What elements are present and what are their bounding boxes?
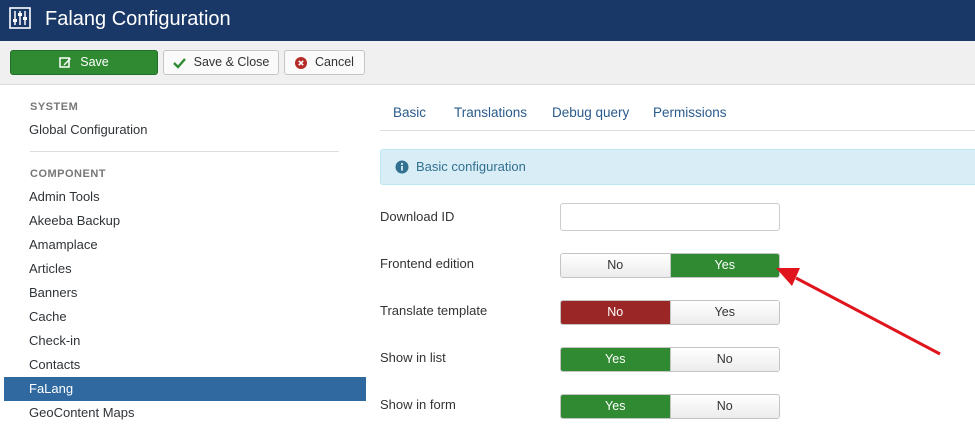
sidebar-heading-system: SYSTEM [30,101,79,113]
sidebar-item-banners[interactable]: Banners [4,281,366,305]
sidebar-item-falang[interactable]: FaLang [4,377,366,401]
info-alert: Basic configuration [380,149,975,185]
sidebar-item-check-in[interactable]: Check-in [4,329,366,353]
save-label: Save [80,55,109,69]
save-button[interactable]: Save [10,50,158,75]
download-id-label: Download ID [380,209,455,224]
cancel-button[interactable]: Cancel [284,50,365,75]
info-text: Basic configuration [416,159,526,174]
sliders-icon [9,7,31,29]
show-in-form-yes-option[interactable]: Yes [561,395,670,418]
edit-icon [59,57,72,68]
sidebar-item-geocontent-maps[interactable]: GeoContent Maps [4,401,366,425]
download-id-input[interactable] [560,203,780,231]
translate-template-yes-option[interactable]: Yes [669,301,779,324]
tab-basic[interactable]: Basic [393,105,426,120]
show-in-list-no-option[interactable]: No [669,348,779,371]
show-in-list-yes-option[interactable]: Yes [561,348,670,371]
sidebar-item-admin-tools[interactable]: Admin Tools [4,185,366,209]
translate-template-no-option[interactable]: No [561,301,670,324]
sidebar-item-akeeba-backup[interactable]: Akeeba Backup [4,209,366,233]
sidebar-item-amamplace[interactable]: Amamplace [4,233,366,257]
show-in-form-toggle: Yes No [560,394,780,419]
toolbar: Save Save & Close Cancel [0,41,975,85]
tab-permissions[interactable]: Permissions [653,105,727,120]
tab-translations[interactable]: Translations [454,105,527,120]
page-title: Falang Configuration [45,8,231,30]
frontend-edition-yes-option[interactable]: Yes [669,254,779,277]
show-in-list-toggle: Yes No [560,347,780,372]
translate-template-label: Translate template [380,303,488,318]
save-close-label: Save & Close [193,55,270,69]
sidebar-heading-component: COMPONENT [30,168,106,180]
sidebar-item-articles[interactable]: Articles [4,257,366,281]
info-circle-icon [395,160,409,174]
show-in-form-no-option[interactable]: No [669,395,779,418]
sidebar-divider [30,151,339,152]
sidebar-item-global-configuration[interactable]: Global Configuration [4,118,366,142]
sidebar: SYSTEM Global Configuration COMPONENT Ad… [0,85,366,430]
frontend-edition-toggle: No Yes [560,253,780,278]
frontend-edition-label: Frontend edition [380,256,474,271]
cancel-label: Cancel [315,55,354,69]
frontend-edition-no-option[interactable]: No [561,254,670,277]
show-in-list-label: Show in list [380,350,446,365]
cancel-circle-icon [295,56,308,69]
header-bar: Falang Configuration [0,0,975,41]
translate-template-toggle: No Yes [560,300,780,325]
check-icon [172,57,186,69]
save-close-button[interactable]: Save & Close [163,50,279,75]
tab-bar: Basic Translations Debug query Permissio… [380,95,975,131]
show-in-form-label: Show in form [380,397,456,412]
sidebar-item-cache[interactable]: Cache [4,305,366,329]
tab-debug-query[interactable]: Debug query [552,105,629,120]
sidebar-item-contacts[interactable]: Contacts [4,353,366,377]
